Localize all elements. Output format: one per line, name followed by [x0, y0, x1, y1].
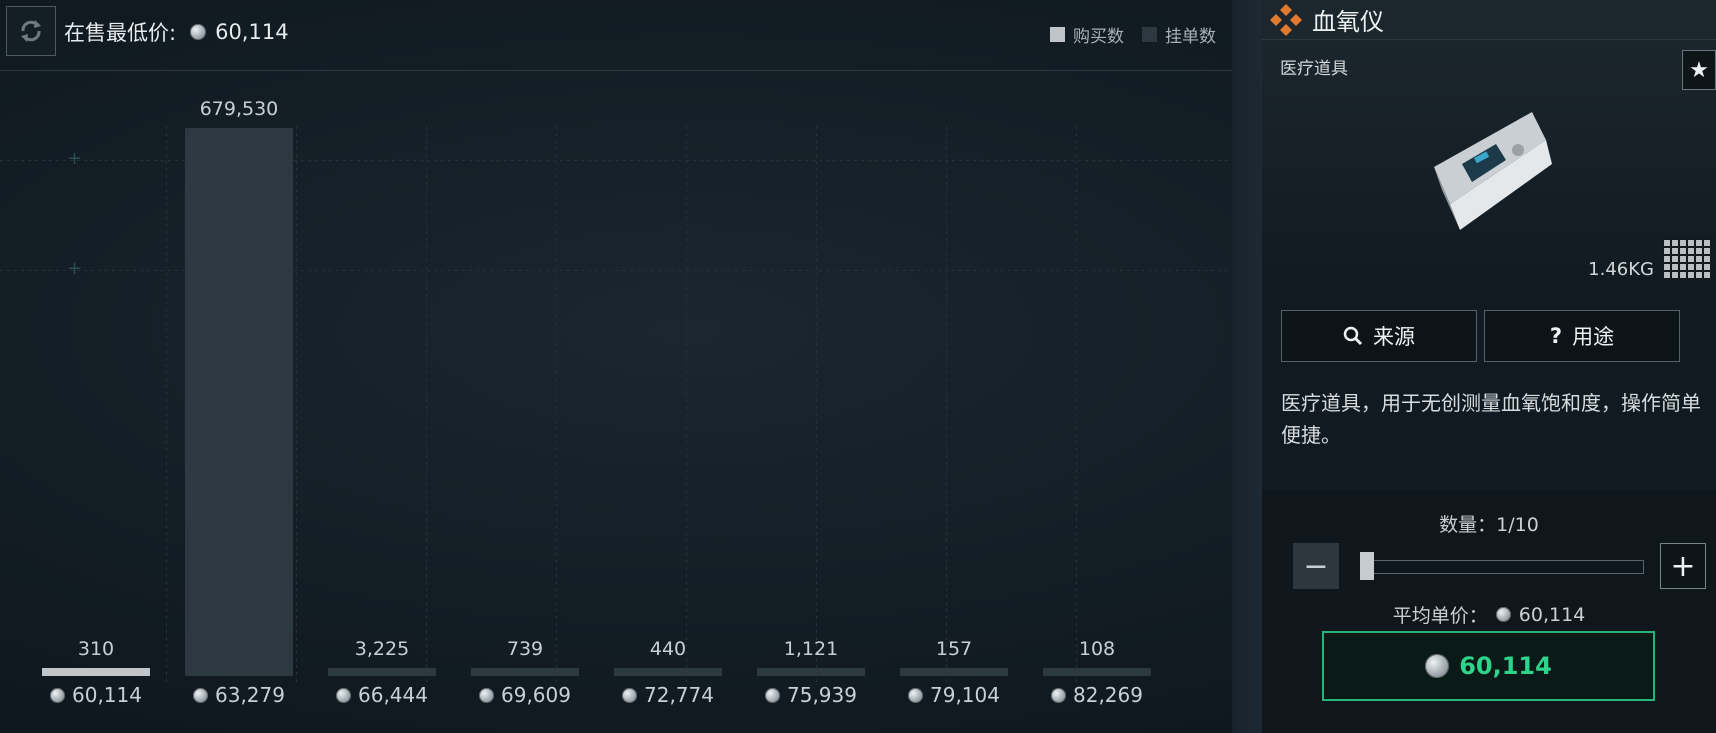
chart-bar[interactable] [1043, 668, 1151, 676]
bar-price-label: 75,939 [741, 683, 881, 707]
grid-line [686, 126, 687, 686]
item-display: 医疗道具 ★ 1.46KG [1262, 40, 1716, 293]
chart-bar[interactable] [757, 668, 865, 676]
item-name: 血氧仪 [1312, 8, 1384, 36]
bar-value-label: 3,225 [354, 638, 410, 660]
question-icon: ? [1549, 324, 1563, 348]
chart-legend: 购买数 挂单数 [1050, 22, 1216, 47]
usage-button-label: 用途 [1572, 325, 1615, 349]
legend-swatch-buy [1050, 27, 1065, 42]
buy-price: 60,114 [1459, 652, 1552, 680]
buy-button[interactable]: 60,114 [1322, 631, 1655, 701]
rarity-diamond-icon [1270, 3, 1302, 36]
bar-value-label: 1,121 [783, 638, 839, 660]
legend-swatch-orders [1142, 27, 1157, 42]
lowest-price: 在售最低价: 60,114 [64, 17, 289, 47]
bar-price-label: 82,269 [1027, 683, 1167, 707]
legend-label-orders: 挂单数 [1165, 27, 1216, 47]
pulse-oximeter-image [1434, 112, 1552, 230]
favorite-star-button[interactable]: ★ [1682, 50, 1716, 90]
source-button-label: 来源 [1373, 325, 1415, 349]
coin-icon [479, 687, 494, 703]
plus-icon: + [1670, 548, 1696, 584]
chart-bar[interactable] [42, 668, 150, 676]
quantity-slider[interactable] [1360, 560, 1644, 574]
coin-icon [1051, 687, 1066, 703]
bar-price-label: 72,774 [598, 683, 738, 707]
refresh-button[interactable] [6, 6, 56, 56]
item-size-grid [1662, 238, 1710, 278]
chart-bar[interactable] [328, 668, 436, 676]
quantity-slider-handle[interactable] [1360, 552, 1374, 580]
grid-line [296, 126, 297, 686]
quantity-label: 数量：1/10 [1439, 514, 1539, 536]
item-title-bar: 血氧仪 [1262, 0, 1716, 40]
increase-quantity-button[interactable]: + [1660, 543, 1706, 589]
header-divider [0, 70, 1232, 71]
lowest-price-value: 60,114 [215, 20, 289, 44]
item-category: 医疗道具 [1280, 59, 1348, 79]
coin-icon [190, 24, 207, 40]
bar-price-label: 79,104 [884, 683, 1024, 707]
legend-label-buy: 购买数 [1073, 27, 1124, 47]
grid-crosshair: + [67, 258, 83, 279]
refresh-icon [21, 20, 41, 42]
source-button[interactable]: 来源 [1281, 310, 1477, 362]
minus-icon: − [1303, 548, 1329, 584]
coin-icon [765, 687, 780, 703]
grid-line [556, 126, 557, 686]
item-panel: 血氧仪 医疗道具 ★ 1.46KG 来源 ? 用途 医疗道具，用于无创测量血氧饱… [1262, 0, 1716, 733]
grid-line [426, 126, 427, 686]
coin-icon [193, 687, 208, 703]
legend-item-orders: 挂单数 [1142, 22, 1216, 47]
average-price-label: 平均单价： [1392, 605, 1488, 627]
coin-icon [908, 687, 923, 703]
grid-line [816, 126, 817, 686]
coin-icon [50, 687, 65, 703]
search-icon [1343, 326, 1363, 346]
bar-value-label: 739 [506, 638, 544, 660]
bar-value-label: 310 [77, 638, 115, 660]
bar-value-label: 440 [649, 638, 687, 660]
bar-price-label: 69,609 [455, 683, 595, 707]
average-price-value: 60,114 [1518, 603, 1586, 626]
bar-price-label: 63,279 [169, 683, 309, 707]
chart-bar[interactable] [614, 668, 722, 676]
grid-crosshair: + [67, 148, 83, 169]
average-unit-price: 平均单价： 60,114 [1262, 601, 1716, 628]
market-chart-area: 在售最低价: 60,114 购买数 挂单数 + + 310 60,114 679,53… [0, 0, 1262, 733]
star-icon: ★ [1689, 57, 1709, 83]
bar-value-label: 679,530 [199, 98, 279, 120]
chart-bar[interactable] [185, 128, 293, 676]
coin-icon [1495, 607, 1511, 622]
coin-icon [336, 687, 351, 703]
usage-button[interactable]: ? 用途 [1484, 310, 1680, 362]
grid-line [166, 126, 167, 686]
panel-edge [1232, 0, 1262, 733]
item-weight: 1.46KG [1588, 259, 1654, 280]
grid-line [1076, 126, 1077, 686]
decrease-quantity-button[interactable]: − [1293, 543, 1339, 589]
bar-value-label: 157 [935, 638, 973, 660]
coin-icon [1425, 654, 1450, 678]
chart-bar[interactable] [900, 668, 1008, 676]
bar-price-label: 60,114 [26, 683, 166, 707]
grid-line [946, 126, 947, 686]
bar-value-label: 108 [1078, 638, 1116, 660]
legend-item-buy: 购买数 [1050, 22, 1124, 47]
coin-icon [622, 687, 637, 703]
chart-bar[interactable] [471, 668, 579, 676]
item-description: 医疗道具，用于无创测量血氧饱和度，操作简单便捷。 [1281, 391, 1701, 447]
lowest-price-label: 在售最低价: [64, 21, 177, 45]
bar-price-label: 66,444 [312, 683, 452, 707]
